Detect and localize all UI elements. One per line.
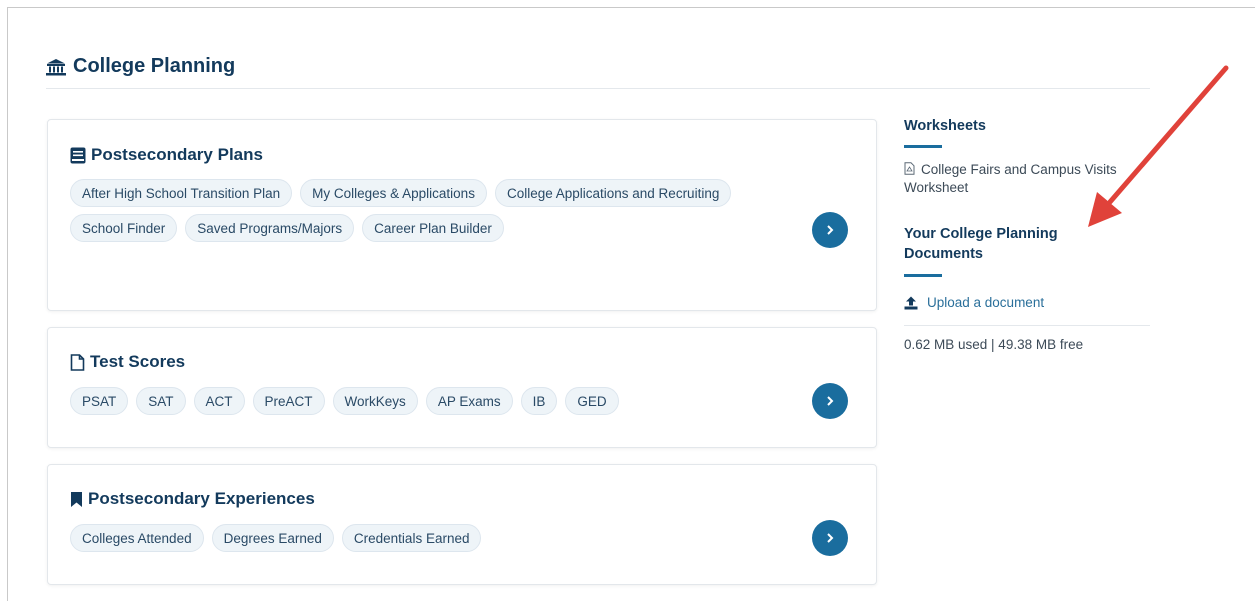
chip-list: Colleges Attended Degrees Earned Credent… [70,524,790,552]
chip-school-finder[interactable]: School Finder [70,214,178,242]
title-divider [46,88,1150,89]
chip-sat[interactable]: SAT [136,387,186,415]
storage-divider [904,325,1150,326]
chip-degrees-earned[interactable]: Degrees Earned [211,524,334,552]
chip-saved-programs-majors[interactable]: Saved Programs/Majors [185,214,355,242]
chip-act[interactable]: ACT [193,387,245,415]
upload-document-link[interactable]: Upload a document [904,295,1044,310]
file-icon [70,353,85,371]
chip-ap-exams[interactable]: AP Exams [425,387,513,415]
worksheets-heading: Worksheets [904,118,986,134]
chip-college-applications-recruiting[interactable]: College Applications and Recruiting [494,179,732,207]
chip-my-colleges-applications[interactable]: My Colleges & Applications [300,179,487,207]
card-title: Test Scores [70,352,185,372]
open-test-scores-button[interactable] [812,383,848,419]
chip-credentials-earned[interactable]: Credentials Earned [341,524,482,552]
documents-heading-underline [904,274,942,277]
card-postsecondary-experiences: Postsecondary Experiences Colleges Atten… [47,464,877,585]
bookmark-icon [71,491,82,507]
chevron-right-icon [827,225,834,235]
open-postsecondary-experiences-button[interactable] [812,520,848,556]
chip-psat[interactable]: PSAT [70,387,129,415]
open-postsecondary-plans-button[interactable] [812,212,848,248]
card-postsecondary-plans: Postsecondary Plans After High School Tr… [47,119,877,311]
book-icon [70,147,86,163]
worksheet-link-text: College Fairs and Campus Visits Workshee… [904,162,1117,195]
card-title-text: Test Scores [90,352,186,371]
storage-usage: 0.62 MB used | 49.38 MB free [904,337,1084,352]
chip-after-high-school-transition-plan[interactable]: After High School Transition Plan [70,179,293,207]
chip-workkeys[interactable]: WorkKeys [332,387,418,415]
upload-document-label: Upload a document [927,295,1045,310]
chip-ib[interactable]: IB [520,387,558,415]
chip-list: PSAT SAT ACT PreACT WorkKeys AP Exams IB… [70,387,790,415]
card-title: Postsecondary Experiences [70,489,315,509]
chip-career-plan-builder[interactable]: Career Plan Builder [362,214,504,242]
chip-ged[interactable]: GED [565,387,619,415]
page-title: College Planning [46,55,235,78]
documents-heading: Your College Planning Documents [904,226,1058,262]
pdf-file-icon [904,162,915,175]
chevron-right-icon [827,396,834,406]
card-title: Postsecondary Plans [70,145,263,165]
card-test-scores: Test Scores PSAT SAT ACT PreACT WorkKeys… [47,327,877,448]
chip-colleges-attended[interactable]: Colleges Attended [70,524,204,552]
card-title-text: Postsecondary Experiences [88,489,315,508]
chip-preact[interactable]: PreACT [252,387,325,415]
chip-list: After High School Transition Plan My Col… [70,179,790,242]
upload-icon [904,296,918,309]
card-title-text: Postsecondary Plans [91,145,263,164]
worksheets-heading-underline [904,145,942,148]
page-title-text: College Planning [73,55,236,77]
chevron-right-icon [827,533,834,543]
worksheet-link[interactable]: College Fairs and Campus Visits Workshee… [904,161,1154,197]
institution-icon [46,58,66,75]
